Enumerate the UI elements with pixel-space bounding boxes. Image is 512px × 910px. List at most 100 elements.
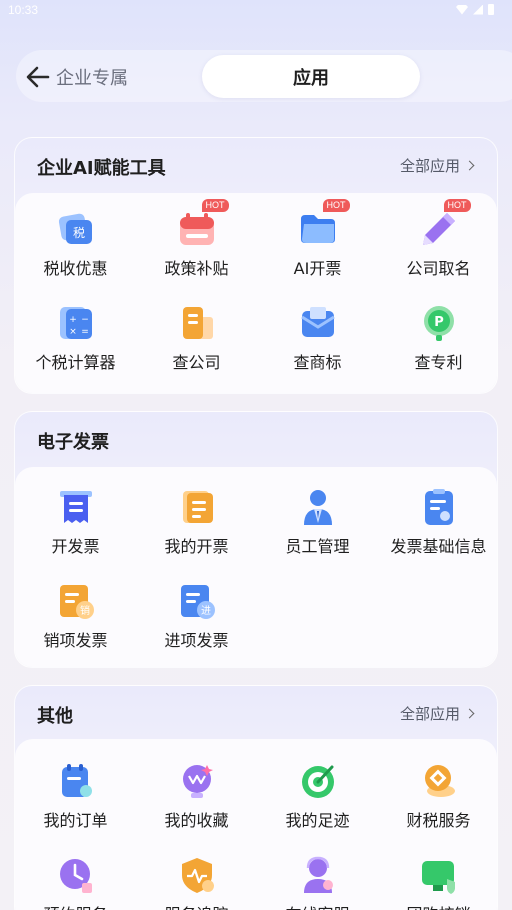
battery-icon [488,4,494,15]
app-company-naming[interactable]: HOT 公司取名 [378,199,499,283]
ai-tools-card: 企业AI赋能工具 全部应用 税 税收优惠 HOT 政策补贴 HOT AI开票 H… [14,137,498,394]
pen-icon [422,213,455,245]
app-employee-management[interactable]: 员工管理 [257,481,378,561]
app-trademark-search[interactable]: 查商标 [257,297,378,377]
appointment-icon [59,859,92,893]
app-group-buy-verification[interactable]: 团购核销 [378,849,499,910]
section-title: 其他 [37,706,73,727]
app-online-customer-service[interactable]: 在线客服 [257,849,378,910]
card-body: 税 税收优惠 HOT 政策补贴 HOT AI开票 HOT 公司取名 + − × … [15,193,497,393]
app-label: 我的足迹 [285,811,350,830]
favorite-icon [182,765,213,798]
app-issue-invoice[interactable]: 开发票 [15,481,136,561]
app-invoice-basic-info[interactable]: 发票基础信息 [378,481,499,561]
app-label: 我的收藏 [164,811,229,830]
section-title: 电子发票 [37,432,109,453]
app-label: 发票基础信息 [390,537,487,556]
app-label: 查专利 [414,353,463,372]
app-label: 我的开票 [164,537,229,556]
footprint-icon [301,765,334,798]
all-apps-link[interactable]: 全部应用 [399,155,475,176]
app-label: 团购核销 [406,901,470,910]
app-label: 查商标 [293,353,342,372]
employee-icon [303,490,332,525]
app-my-invoices[interactable]: 我的开票 [136,481,257,561]
invoice-settings-icon [424,489,453,525]
app-ai-invoice[interactable]: HOT AI开票 [257,199,378,283]
app-tax-incentive[interactable]: 税 税收优惠 [15,203,136,283]
app-finance-tax-service[interactable]: 财税服务 [378,755,499,835]
hot-badge: HOT [322,199,350,212]
app-patent-search[interactable]: P 查专利 [378,297,499,377]
wifi-icon [456,4,468,15]
app-tax-calculator[interactable]: + − × = 个税计算器 [15,297,136,377]
purchase-invoice-icon: 进 [180,585,215,619]
app-label: 服务追踪 [164,901,228,910]
app-appointment-service[interactable]: 预约服务 [15,849,136,910]
hot-badge: HOT [443,199,471,212]
all-apps-label: 全部应用 [399,705,460,723]
tax-icon: 税 [58,213,92,244]
app-my-orders[interactable]: 我的订单 [15,755,136,835]
tab-enterprise[interactable]: 企业专属 [56,64,128,90]
signal-icon [473,4,483,15]
svg-text:+: + [69,315,77,325]
app-label: AI开票 [293,259,342,278]
app-service-tracking[interactable]: 服务追踪 [136,849,257,910]
finance-service-icon [424,765,455,797]
tab-apps[interactable]: 应用 [202,55,420,98]
sales-invoice-icon: 销 [59,585,94,619]
patent-icon: P [423,306,454,341]
app-sales-invoice[interactable]: 销 销项发票 [15,575,136,655]
back-button[interactable] [24,63,52,91]
calendar-gift-icon [179,213,214,245]
svg-text:×: × [69,327,77,337]
card-body: 我的订单 我的收藏 我的足迹 财税服务 [15,739,497,910]
card-body: 开发票 我的开票 员工管理 发票基础信息 销 销项发票 进 进项发票 [15,467,497,667]
service-tracking-icon [181,858,214,893]
all-apps-link[interactable]: 全部应用 [399,703,475,724]
app-label: 财税服务 [406,811,471,830]
other-card: 其他 全部应用 我的订单 我的收藏 我的足迹 财税服务 [14,685,498,910]
app-label: 预约服务 [43,901,107,910]
app-label: 公司取名 [406,259,471,278]
invoice-print-icon [59,491,92,523]
building-icon [182,307,213,339]
svg-text:销: 销 [80,604,90,617]
app-label: 进项发票 [164,631,229,650]
folder-icon [300,215,335,243]
svg-text:=: = [81,327,89,337]
app-label: 开发票 [51,537,100,556]
app-label: 税收优惠 [43,259,108,278]
status-time: 10:33 [8,3,39,17]
app-company-search[interactable]: 查公司 [136,297,257,377]
app-label: 个税计算器 [35,353,116,372]
svg-text:税: 税 [72,226,84,240]
app-label: 销项发票 [43,631,108,650]
customer-service-icon [303,856,333,893]
app-label: 员工管理 [285,537,350,556]
svg-text:进: 进 [201,605,211,617]
app-purchase-invoice[interactable]: 进 进项发票 [136,575,257,655]
status-bar: 10:33 [0,0,512,22]
chevron-right-icon [464,708,475,719]
svg-text:P: P [434,315,444,330]
app-label: 查公司 [172,353,221,372]
section-title: 企业AI赋能工具 [37,158,166,179]
app-my-footprints[interactable]: 我的足迹 [257,755,378,835]
order-icon [61,764,92,797]
chevron-right-icon [464,160,475,171]
status-icons [456,4,494,15]
app-label: 在线客服 [285,901,349,910]
app-label: 我的订单 [43,811,108,830]
app-policy-subsidy[interactable]: HOT 政策补贴 [136,199,257,283]
arrow-left-icon [26,66,50,88]
calculator-icon: + − × = [59,307,92,339]
svg-text:−: − [81,315,89,325]
scroll-icon [182,491,213,523]
app-my-favorites[interactable]: 我的收藏 [136,755,257,835]
all-apps-label: 全部应用 [399,157,460,175]
group-buy-icon [421,861,455,894]
app-label: 政策补贴 [164,259,229,278]
hot-badge: HOT [201,199,229,212]
